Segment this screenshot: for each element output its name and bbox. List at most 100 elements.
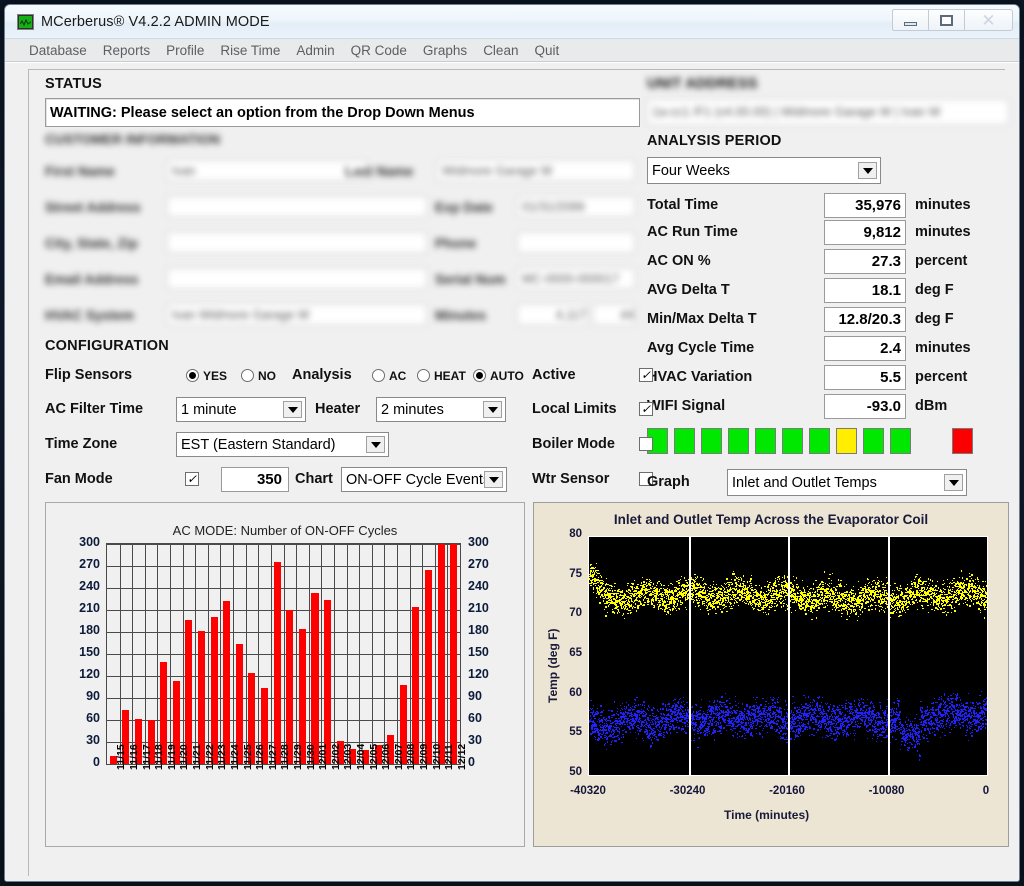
data-point (913, 601, 915, 603)
y-axis-tick-label: 270 (468, 557, 502, 571)
data-point (678, 702, 680, 705)
fan-mode-checkbox[interactable]: ✓ (185, 470, 199, 488)
minimize-button[interactable] (892, 9, 929, 31)
y-axis-tick-label: 240 (66, 579, 100, 593)
data-point (714, 608, 716, 610)
hvac-system-input[interactable]: Ivan Widmore Garage W (167, 304, 427, 325)
chevron-down-icon[interactable] (858, 162, 877, 179)
last-name-label: Last Name (345, 164, 413, 179)
data-point (958, 602, 961, 605)
data-point (967, 599, 969, 602)
flip-sensors-radio-yes[interactable]: YES (186, 367, 227, 385)
data-point (601, 712, 604, 714)
status-message-box: WAITING: Please select an option from th… (45, 98, 640, 127)
data-point (698, 601, 701, 604)
local-limits-checkbox[interactable]: ✓ (639, 400, 653, 418)
data-point (914, 579, 916, 581)
data-point (665, 610, 667, 613)
data-point (621, 708, 623, 711)
data-point (845, 583, 848, 585)
data-point (783, 603, 785, 605)
data-point (817, 595, 820, 598)
metric-value: 2.4 (824, 336, 906, 361)
analysis-radio-auto[interactable]: AUTO (473, 367, 524, 385)
data-point (693, 600, 696, 602)
analysis-radio-ac[interactable]: AC (372, 367, 406, 385)
data-point (901, 610, 903, 612)
data-point (679, 697, 681, 700)
customer-information-section: CUSTOMER INFORMATION First Name Ivan Las… (45, 132, 645, 332)
data-point (736, 712, 738, 714)
chevron-down-icon[interactable] (483, 401, 502, 418)
menu-item-admin[interactable]: Admin (288, 43, 342, 58)
data-point (874, 601, 876, 604)
restore-button[interactable] (928, 9, 965, 31)
bar (210, 617, 218, 764)
data-point (623, 612, 625, 615)
data-point (598, 593, 600, 595)
data-point (795, 577, 798, 579)
chevron-down-icon[interactable] (283, 401, 302, 418)
flip-sensors-radio-no[interactable]: NO (241, 367, 276, 385)
menu-item-clean[interactable]: Clean (475, 43, 526, 58)
analysis-period-select[interactable]: Four Weeks (647, 157, 881, 184)
chevron-down-icon[interactable] (366, 436, 385, 453)
city-state-zip-input[interactable] (167, 232, 427, 253)
data-point (612, 739, 614, 742)
data-point (673, 720, 675, 722)
heater-select[interactable]: 2 minutes (376, 397, 506, 422)
fan-mode-value-input[interactable]: 350 (221, 467, 289, 492)
time-zone-select[interactable]: EST (Eastern Standard) (176, 432, 389, 457)
data-point (596, 707, 598, 709)
data-point (857, 588, 859, 591)
last-name-input[interactable]: Widmore Garage W (437, 160, 635, 181)
data-point (985, 596, 987, 599)
data-point (673, 591, 675, 594)
menu-item-rise-time[interactable]: Rise Time (212, 43, 288, 58)
data-point (977, 581, 980, 583)
data-point (939, 601, 941, 604)
email-address-input[interactable] (167, 268, 427, 289)
exp-date-input[interactable]: 01/31/2099 (517, 196, 635, 217)
chevron-down-icon[interactable] (484, 471, 503, 488)
active-checkbox[interactable]: ✓ (639, 366, 653, 384)
chevron-down-icon[interactable] (944, 474, 963, 491)
x-axis-tick-label: 12/05 (368, 744, 380, 770)
data-point (713, 718, 715, 720)
data-point (657, 608, 660, 610)
data-point (729, 586, 732, 589)
minutes-secondary-input[interactable]: 44 (593, 304, 635, 325)
data-point (612, 722, 614, 724)
data-point (678, 582, 680, 584)
serial-num-input[interactable]: MC-0000-000017 (517, 268, 635, 289)
data-point (855, 593, 857, 595)
chart-select[interactable]: ON-OFF Cycle Events (341, 467, 507, 492)
data-point (606, 611, 609, 613)
ac-filter-time-select[interactable]: 1 minute (176, 397, 306, 422)
analysis-radio-heat[interactable]: HEAT (417, 367, 466, 385)
radio-auto-icon (473, 369, 486, 383)
unit-address-input[interactable]: 1a-cc1 /F1 (v4.00.00) | Widmore Garage W… (647, 99, 1009, 125)
menu-item-reports[interactable]: Reports (95, 43, 158, 58)
data-point (850, 611, 853, 613)
menu-item-graphs[interactable]: Graphs (415, 43, 475, 58)
street-address-input[interactable] (167, 196, 427, 217)
phone-input[interactable] (517, 232, 635, 253)
boiler-mode-checkbox[interactable] (639, 435, 653, 453)
data-point (643, 740, 645, 742)
menu-item-quit[interactable]: Quit (526, 43, 567, 58)
close-button[interactable]: ✕ (964, 9, 1013, 31)
menu-item-qr-code[interactable]: QR Code (343, 43, 415, 58)
data-point (694, 733, 696, 736)
data-point (715, 583, 718, 585)
y-axis-tick-label: 30 (66, 733, 100, 747)
graph-select[interactable]: Inlet and Outlet Temps (727, 469, 967, 496)
first-name-input[interactable]: Ivan (167, 160, 367, 181)
data-point (676, 604, 679, 607)
data-point (663, 731, 665, 734)
minutes-input[interactable]: 4,117 (517, 304, 587, 325)
data-point (968, 573, 970, 575)
menu-item-profile[interactable]: Profile (158, 43, 212, 58)
hvac-system-label: HVAC System (45, 308, 134, 323)
menu-item-database[interactable]: Database (21, 43, 95, 58)
